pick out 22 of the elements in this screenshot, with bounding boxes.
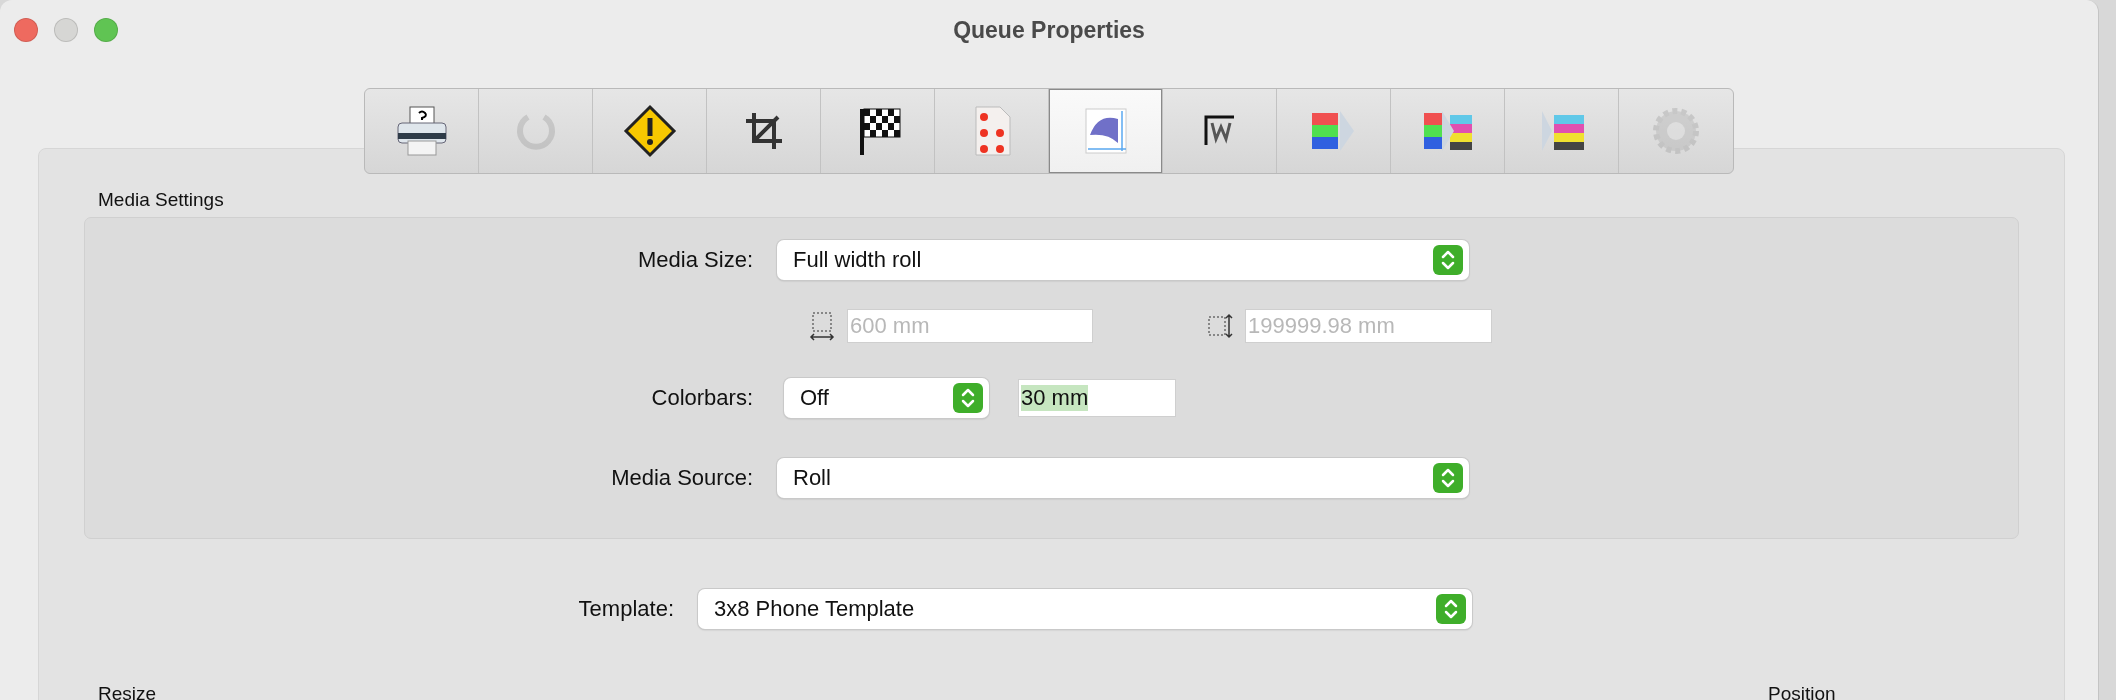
field-label: Colorbars: [650,385,753,411]
window-title: Queue Properties [953,16,1145,44]
stepper-icon [1433,245,1463,275]
template-dropdown[interactable]: 3x8 Phone Template [698,589,1472,629]
group-title: Position [1768,683,1837,700]
colorbars-amount-field[interactable]: 30 mm [1018,379,1176,417]
stepper-icon [1436,594,1466,624]
field-label: Template: [577,596,674,622]
width-dimension-icon [809,311,835,341]
group-title: Media Settings [98,189,225,211]
media-size-dropdown[interactable]: Full width roll [777,240,1469,280]
height-dimension-icon [1207,311,1233,341]
field-label: Media Size: [637,247,753,273]
stepper-icon [953,383,983,413]
media-source-dropdown[interactable]: Roll [777,458,1469,498]
colorbars-dropdown[interactable]: Off [784,378,989,418]
zoom-button[interactable] [94,18,118,42]
stepper-icon [1433,463,1463,493]
field-label: Media Source: [610,465,753,491]
warning-icon [621,103,678,159]
close-button[interactable] [14,18,38,42]
group-title: Resize [98,683,158,700]
